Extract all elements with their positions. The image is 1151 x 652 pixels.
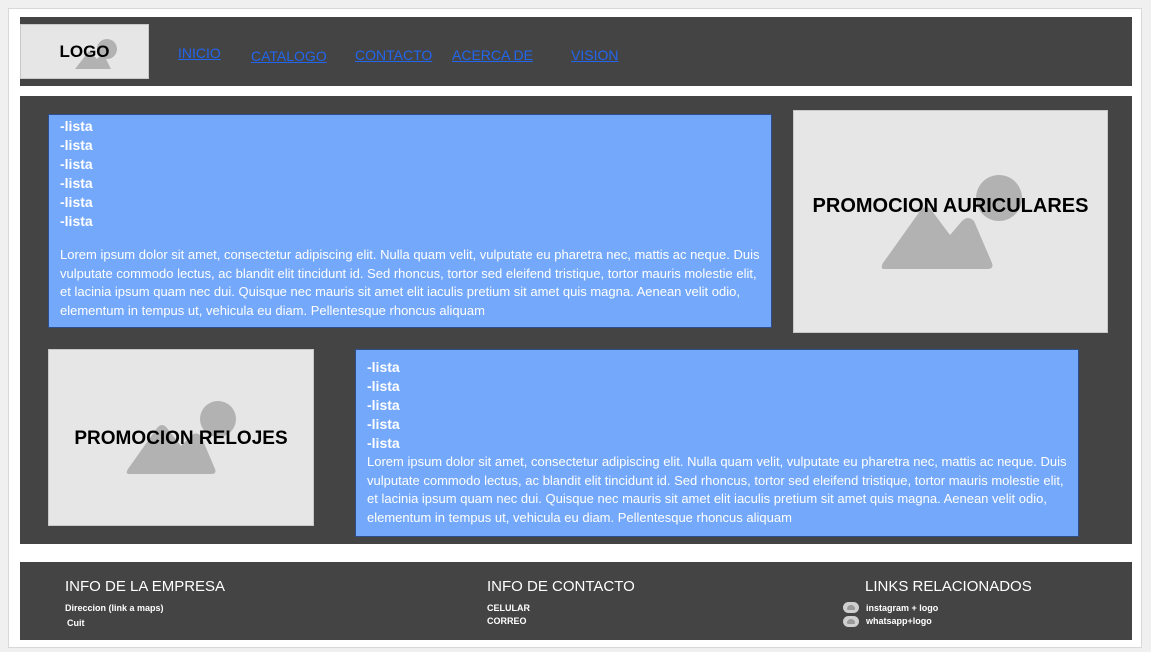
footer-contacto-title: INFO DE CONTACTO bbox=[487, 578, 635, 595]
footer-celular: CELULAR bbox=[487, 603, 530, 613]
footer-correo: CORREO bbox=[487, 616, 527, 626]
promo-auriculares-title: PROMOCION AURICULARES bbox=[812, 195, 1089, 217]
footer-bar bbox=[20, 562, 1132, 640]
list-item: -lista bbox=[60, 194, 93, 210]
body-text-1: Lorem ipsum dolor sit amet, consectetur … bbox=[60, 247, 760, 318]
list-item: -lista bbox=[367, 378, 400, 394]
whatsapp-icon[interactable] bbox=[843, 616, 859, 627]
list-item: -lista bbox=[60, 175, 93, 191]
footer-empresa-title: INFO DE LA EMPRESA bbox=[65, 578, 226, 595]
nav-contacto[interactable]: CONTACTO bbox=[355, 47, 432, 63]
list-item: -lista bbox=[60, 213, 93, 229]
body-text-2: Lorem ipsum dolor sit amet, consectetur … bbox=[367, 454, 1067, 525]
list-item: -lista bbox=[367, 359, 400, 375]
list-item: -lista bbox=[60, 137, 93, 153]
footer-cuit: Cuit bbox=[67, 618, 85, 628]
promo-relojes-title: PROMOCION RELOJES bbox=[74, 428, 288, 449]
footer-instagram-link[interactable]: instagram + logo bbox=[866, 603, 938, 613]
nav-vision[interactable]: VISION bbox=[571, 47, 618, 63]
list-block-1: -lista -lista -lista -lista -lista -list… bbox=[60, 117, 760, 231]
nav-acerca-de[interactable]: ACERCA DE bbox=[452, 47, 533, 63]
list-block-2: -lista -lista -lista -lista -lista bbox=[367, 358, 1067, 453]
content-block-1: -lista -lista -lista -lista -lista -list… bbox=[48, 114, 772, 328]
promo-relojes-image[interactable]: PROMOCION RELOJES bbox=[48, 349, 314, 526]
footer-links-title: LINKS RELACIONADOS bbox=[865, 578, 1032, 595]
footer-whatsapp-link[interactable]: whatsapp+logo bbox=[866, 616, 932, 626]
list-item: -lista bbox=[367, 397, 400, 413]
logo[interactable]: LOGO bbox=[20, 24, 149, 79]
footer-direccion-link[interactable]: Direccion (link a maps) bbox=[65, 603, 164, 613]
nav-inicio[interactable]: INICIO bbox=[178, 45, 221, 61]
list-item: -lista bbox=[60, 118, 93, 134]
content-block-2: -lista -lista -lista -lista -lista Lorem… bbox=[355, 349, 1079, 537]
list-item: -lista bbox=[367, 435, 400, 451]
logo-text: LOGO bbox=[59, 42, 110, 61]
list-item: -lista bbox=[60, 156, 93, 172]
promo-auriculares-image[interactable]: PROMOCION AURICULARES bbox=[793, 110, 1108, 333]
instagram-icon[interactable] bbox=[843, 602, 859, 613]
nav-catalogo[interactable]: CATALOGO bbox=[251, 48, 327, 64]
list-item: -lista bbox=[367, 416, 400, 432]
